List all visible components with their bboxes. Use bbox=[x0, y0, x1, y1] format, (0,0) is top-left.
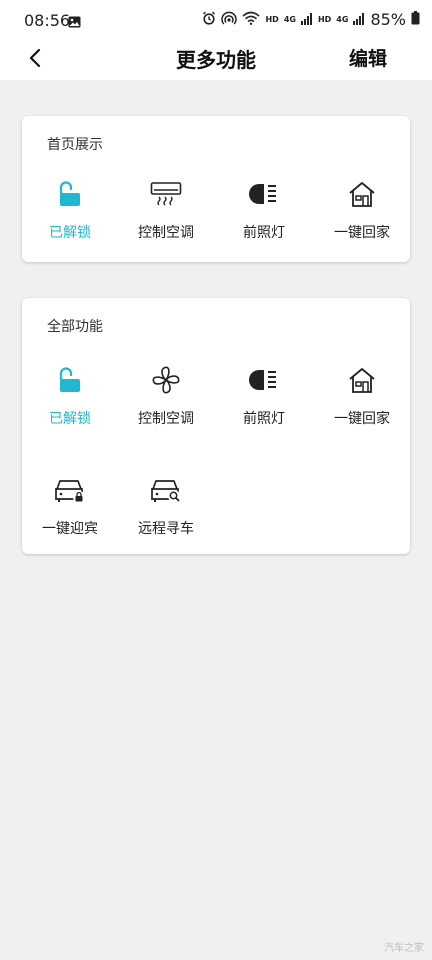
all-item-label: 一键迎宾 bbox=[42, 521, 98, 537]
signal-icon bbox=[353, 10, 365, 29]
watermark: 汽车之家 bbox=[384, 943, 424, 954]
battery-percent: 85% bbox=[370, 10, 406, 29]
home-item-headlight[interactable]: 前照灯 bbox=[218, 174, 310, 242]
battery-icon bbox=[411, 10, 420, 29]
photo-icon bbox=[68, 13, 81, 32]
home-display-title: 首页展示 bbox=[47, 137, 103, 153]
wifi-icon bbox=[242, 10, 260, 29]
network-label-1: 4G bbox=[283, 14, 296, 24]
home-display-card: 首页展示 已解锁 控制空调 前照灯 一键回家 bbox=[22, 116, 410, 262]
home-item-label: 前照灯 bbox=[243, 225, 285, 241]
home-item-label: 控制空调 bbox=[138, 225, 194, 241]
all-item-label: 一键回家 bbox=[334, 411, 390, 427]
home-item-ac[interactable]: 控制空调 bbox=[120, 174, 212, 242]
home-item-unlock[interactable]: 已解锁 bbox=[24, 174, 116, 242]
all-item-label: 远程寻车 bbox=[138, 521, 194, 537]
unlock-icon bbox=[24, 174, 116, 214]
all-item-headlight[interactable]: 前照灯 bbox=[218, 360, 310, 428]
signal-icon bbox=[300, 10, 313, 29]
status-bar: 08:56 HD 4G HD 4G 85% bbox=[0, 0, 432, 40]
car-lock-icon bbox=[24, 470, 116, 510]
hotspot-icon bbox=[221, 10, 238, 29]
headlight-icon bbox=[218, 360, 310, 400]
all-item-find-car[interactable]: 远程寻车 bbox=[120, 470, 212, 538]
air-conditioner-icon bbox=[120, 174, 212, 214]
car-search-icon bbox=[120, 470, 212, 510]
status-time: 08:56 bbox=[24, 11, 71, 30]
unlock-icon bbox=[24, 360, 116, 400]
home-icon bbox=[316, 174, 408, 214]
app-header: 更多功能 编辑 bbox=[0, 40, 432, 80]
home-item-label: 已解锁 bbox=[49, 225, 91, 241]
alarm-icon bbox=[202, 10, 216, 29]
home-icon bbox=[316, 360, 408, 400]
all-item-unlock[interactable]: 已解锁 bbox=[24, 360, 116, 428]
all-functions-card: 全部功能 已解锁 控制空调 前照灯 一键回家 一键迎宾 远程寻车 bbox=[22, 298, 410, 554]
all-item-label: 前照灯 bbox=[243, 411, 285, 427]
all-item-go-home[interactable]: 一键回家 bbox=[316, 360, 408, 428]
all-functions-title: 全部功能 bbox=[47, 319, 103, 335]
hd-label-2: HD bbox=[317, 14, 332, 24]
network-label-2: 4G bbox=[336, 14, 349, 24]
headlight-icon bbox=[218, 174, 310, 214]
fan-icon bbox=[120, 360, 212, 400]
all-item-ac[interactable]: 控制空调 bbox=[120, 360, 212, 428]
all-item-label: 控制空调 bbox=[138, 411, 194, 427]
all-item-label: 已解锁 bbox=[49, 411, 91, 427]
all-item-welcome[interactable]: 一键迎宾 bbox=[24, 470, 116, 538]
edit-button[interactable]: 编辑 bbox=[349, 44, 387, 71]
home-item-go-home[interactable]: 一键回家 bbox=[316, 174, 408, 242]
home-item-label: 一键回家 bbox=[334, 225, 390, 241]
hd-label-1: HD bbox=[265, 14, 279, 24]
